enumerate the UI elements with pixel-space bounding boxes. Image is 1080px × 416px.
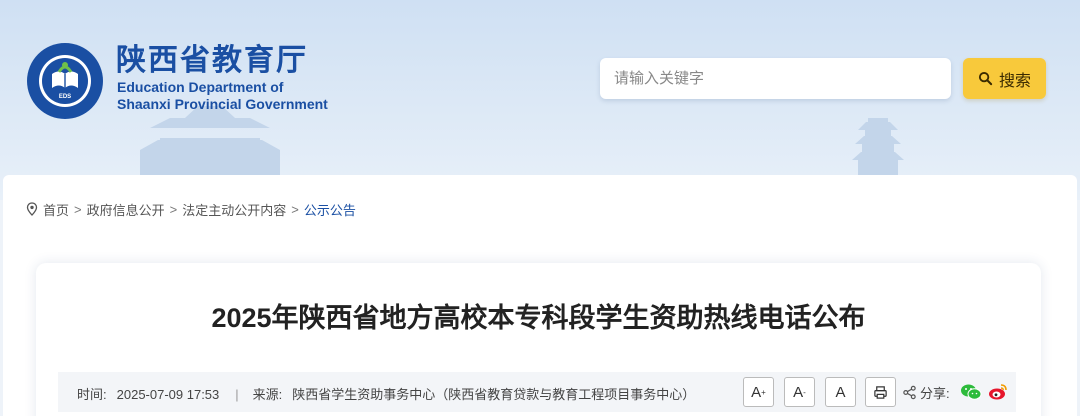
- search-button-label: 搜索: [998, 72, 1031, 90]
- time-label: 时间:: [77, 387, 107, 402]
- search-button[interactable]: 搜索: [963, 58, 1046, 99]
- breadcrumb-home[interactable]: 首页: [43, 200, 69, 219]
- wechat-icon[interactable]: [960, 383, 982, 401]
- print-icon: [874, 385, 887, 399]
- source-label: 来源:: [252, 387, 283, 402]
- font-size-small-button[interactable]: A-: [784, 377, 815, 407]
- brand-name-chinese[interactable]: 陕西省教育厅: [116, 44, 308, 78]
- article-meta-text: 时间: 2025-07-09 17:53 | 来源: 陕西省学生资助事务中心（陕西省教育…: [77, 384, 695, 403]
- breadcrumb-government-info[interactable]: 政府信息公开: [87, 200, 165, 219]
- font-size-default-button[interactable]: A: [825, 377, 856, 407]
- breadcrumb-statutory-content[interactable]: 法定主动公开内容: [182, 200, 286, 219]
- brand-name-english-line2[interactable]: Shaanxi Provincial Government: [117, 96, 328, 113]
- publish-time: 2025-07-09 17:53: [116, 387, 220, 402]
- share-icon: [903, 385, 916, 400]
- search-icon: [978, 71, 993, 86]
- department-logo[interactable]: EDS: [26, 42, 104, 120]
- share-label: 分享:: [920, 386, 950, 401]
- article-title: 2025年陕西省地方高校本专科段学生资助热线电话公布: [211, 303, 866, 333]
- svg-text:EDS: EDS: [59, 94, 71, 100]
- meta-divider: |: [235, 387, 239, 402]
- brand-name-english-line1[interactable]: Education Department of: [117, 79, 283, 96]
- location-pin-icon: [26, 202, 38, 216]
- breadcrumb: 首页 > 政府信息公开 > 法定主动公开内容 > 公示公告: [26, 200, 356, 218]
- share-group: 分享:: [902, 383, 950, 402]
- source-value: 陕西省学生资助事务中心（陕西省教育贷款与教育工程项目事务中心）: [292, 387, 696, 402]
- font-size-large-button[interactable]: A +: [743, 377, 774, 407]
- breadcrumb-separator: >: [74, 201, 82, 217]
- print-button[interactable]: [865, 377, 896, 407]
- search-input[interactable]: [600, 58, 951, 99]
- breadcrumb-announcements[interactable]: 公示公告: [304, 200, 356, 219]
- breadcrumb-separator: >: [169, 201, 178, 217]
- weibo-icon[interactable]: [988, 383, 1008, 401]
- breadcrumb-separator: >: [291, 201, 299, 217]
